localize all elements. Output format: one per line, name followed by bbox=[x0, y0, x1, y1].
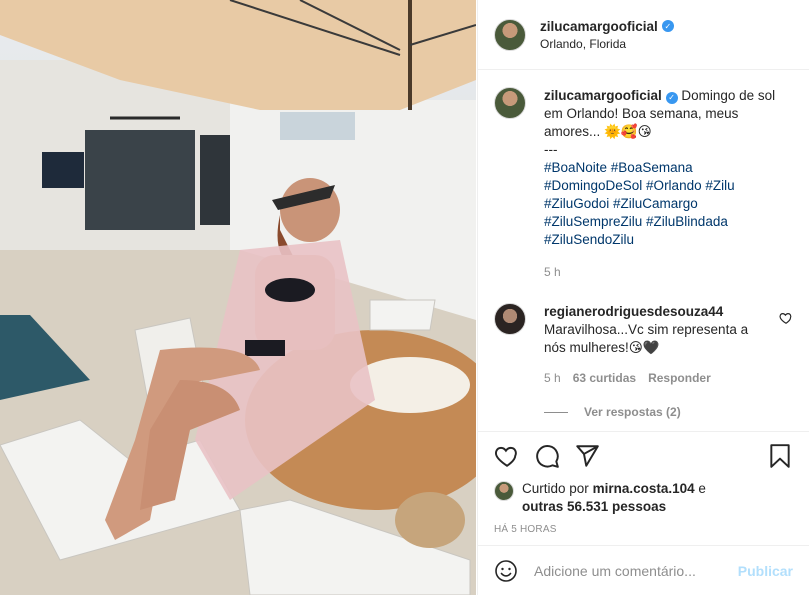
verified-icon: ✓ bbox=[665, 92, 678, 104]
comment-likes[interactable]: 63 curtidas bbox=[573, 369, 636, 387]
caption-hashtags[interactable]: #BoaNoite #BoaSemana #DomingoDeSol #Orla… bbox=[544, 159, 793, 249]
post-timestamp[interactable]: HÁ 5 HORAS bbox=[494, 524, 793, 535]
post-caption: zilucamargooficial ✓ Domingo de sol em O… bbox=[494, 87, 793, 281]
bookmark-icon[interactable] bbox=[767, 443, 793, 469]
post-actions-section: Curtido por mirna.costa.104 e outras 56.… bbox=[478, 431, 809, 535]
comments-section[interactable]: zilucamargooficial ✓ Domingo de sol em O… bbox=[478, 71, 809, 431]
caption-username-label[interactable]: zilucamargooficial bbox=[544, 88, 662, 103]
author-avatar[interactable] bbox=[494, 18, 526, 51]
emoji-icon[interactable] bbox=[494, 559, 518, 583]
author-username-label[interactable]: zilucamargooficial bbox=[540, 19, 658, 34]
caption-author-avatar[interactable] bbox=[494, 87, 526, 119]
view-replies-button[interactable]: Ver respostas (2) bbox=[544, 405, 793, 419]
liker-avatar[interactable] bbox=[494, 481, 514, 501]
caption-separator: --- bbox=[544, 142, 558, 157]
view-replies-line bbox=[544, 411, 568, 413]
comment-like-icon[interactable] bbox=[779, 311, 793, 325]
comment-body: regianerodriguesdesouza44 Maravilhosa...… bbox=[544, 303, 759, 387]
comment-reply-button[interactable]: Responder bbox=[648, 369, 711, 387]
publish-button[interactable]: Publicar bbox=[738, 563, 793, 579]
comment-time[interactable]: 5 h bbox=[544, 369, 561, 387]
post-photo-illustration bbox=[0, 0, 476, 595]
comment-text: Maravilhosa...Vc sim representa a nós mu… bbox=[544, 322, 749, 355]
comment-input[interactable] bbox=[534, 562, 738, 579]
likes-summary: Curtido por mirna.costa.104 e outras 56.… bbox=[494, 480, 793, 516]
comment-item: regianerodriguesdesouza44 Maravilhosa...… bbox=[494, 303, 793, 387]
likes-connector: e bbox=[698, 481, 706, 496]
post-location[interactable]: Orlando, Florida bbox=[540, 37, 674, 51]
post-header-text: zilucamargooficial ✓ Orlando, Florida bbox=[540, 19, 674, 51]
view-replies-label[interactable]: Ver respostas (2) bbox=[584, 405, 681, 419]
commenter-username[interactable]: regianerodriguesdesouza44 bbox=[544, 303, 723, 321]
caption-time[interactable]: 5 h bbox=[544, 263, 793, 281]
likes-others[interactable]: outras 56.531 pessoas bbox=[522, 499, 666, 514]
share-icon[interactable] bbox=[574, 443, 600, 469]
heart-icon[interactable] bbox=[494, 443, 520, 469]
likes-text: Curtido por mirna.costa.104 e outras 56.… bbox=[522, 480, 706, 516]
commenter-avatar[interactable] bbox=[494, 303, 526, 335]
author-username[interactable]: zilucamargooficial ✓ bbox=[540, 19, 674, 34]
verified-icon: ✓ bbox=[661, 20, 674, 32]
post-header: zilucamargooficial ✓ Orlando, Florida bbox=[478, 0, 809, 70]
caption-body: zilucamargooficial ✓ Domingo de sol em O… bbox=[544, 87, 793, 281]
add-comment-bar: Publicar bbox=[478, 545, 809, 595]
comment-icon[interactable] bbox=[534, 443, 560, 469]
action-bar bbox=[494, 432, 793, 480]
likes-prefix: Curtido por bbox=[522, 481, 589, 496]
post-side-panel: zilucamargooficial ✓ Orlando, Florida zi… bbox=[477, 0, 809, 595]
likes-user[interactable]: mirna.costa.104 bbox=[593, 481, 695, 496]
post-photo[interactable] bbox=[0, 0, 476, 595]
caption-username[interactable]: zilucamargooficial ✓ bbox=[544, 88, 678, 104]
comment-meta: 5 h 63 curtidas Responder bbox=[544, 369, 759, 387]
